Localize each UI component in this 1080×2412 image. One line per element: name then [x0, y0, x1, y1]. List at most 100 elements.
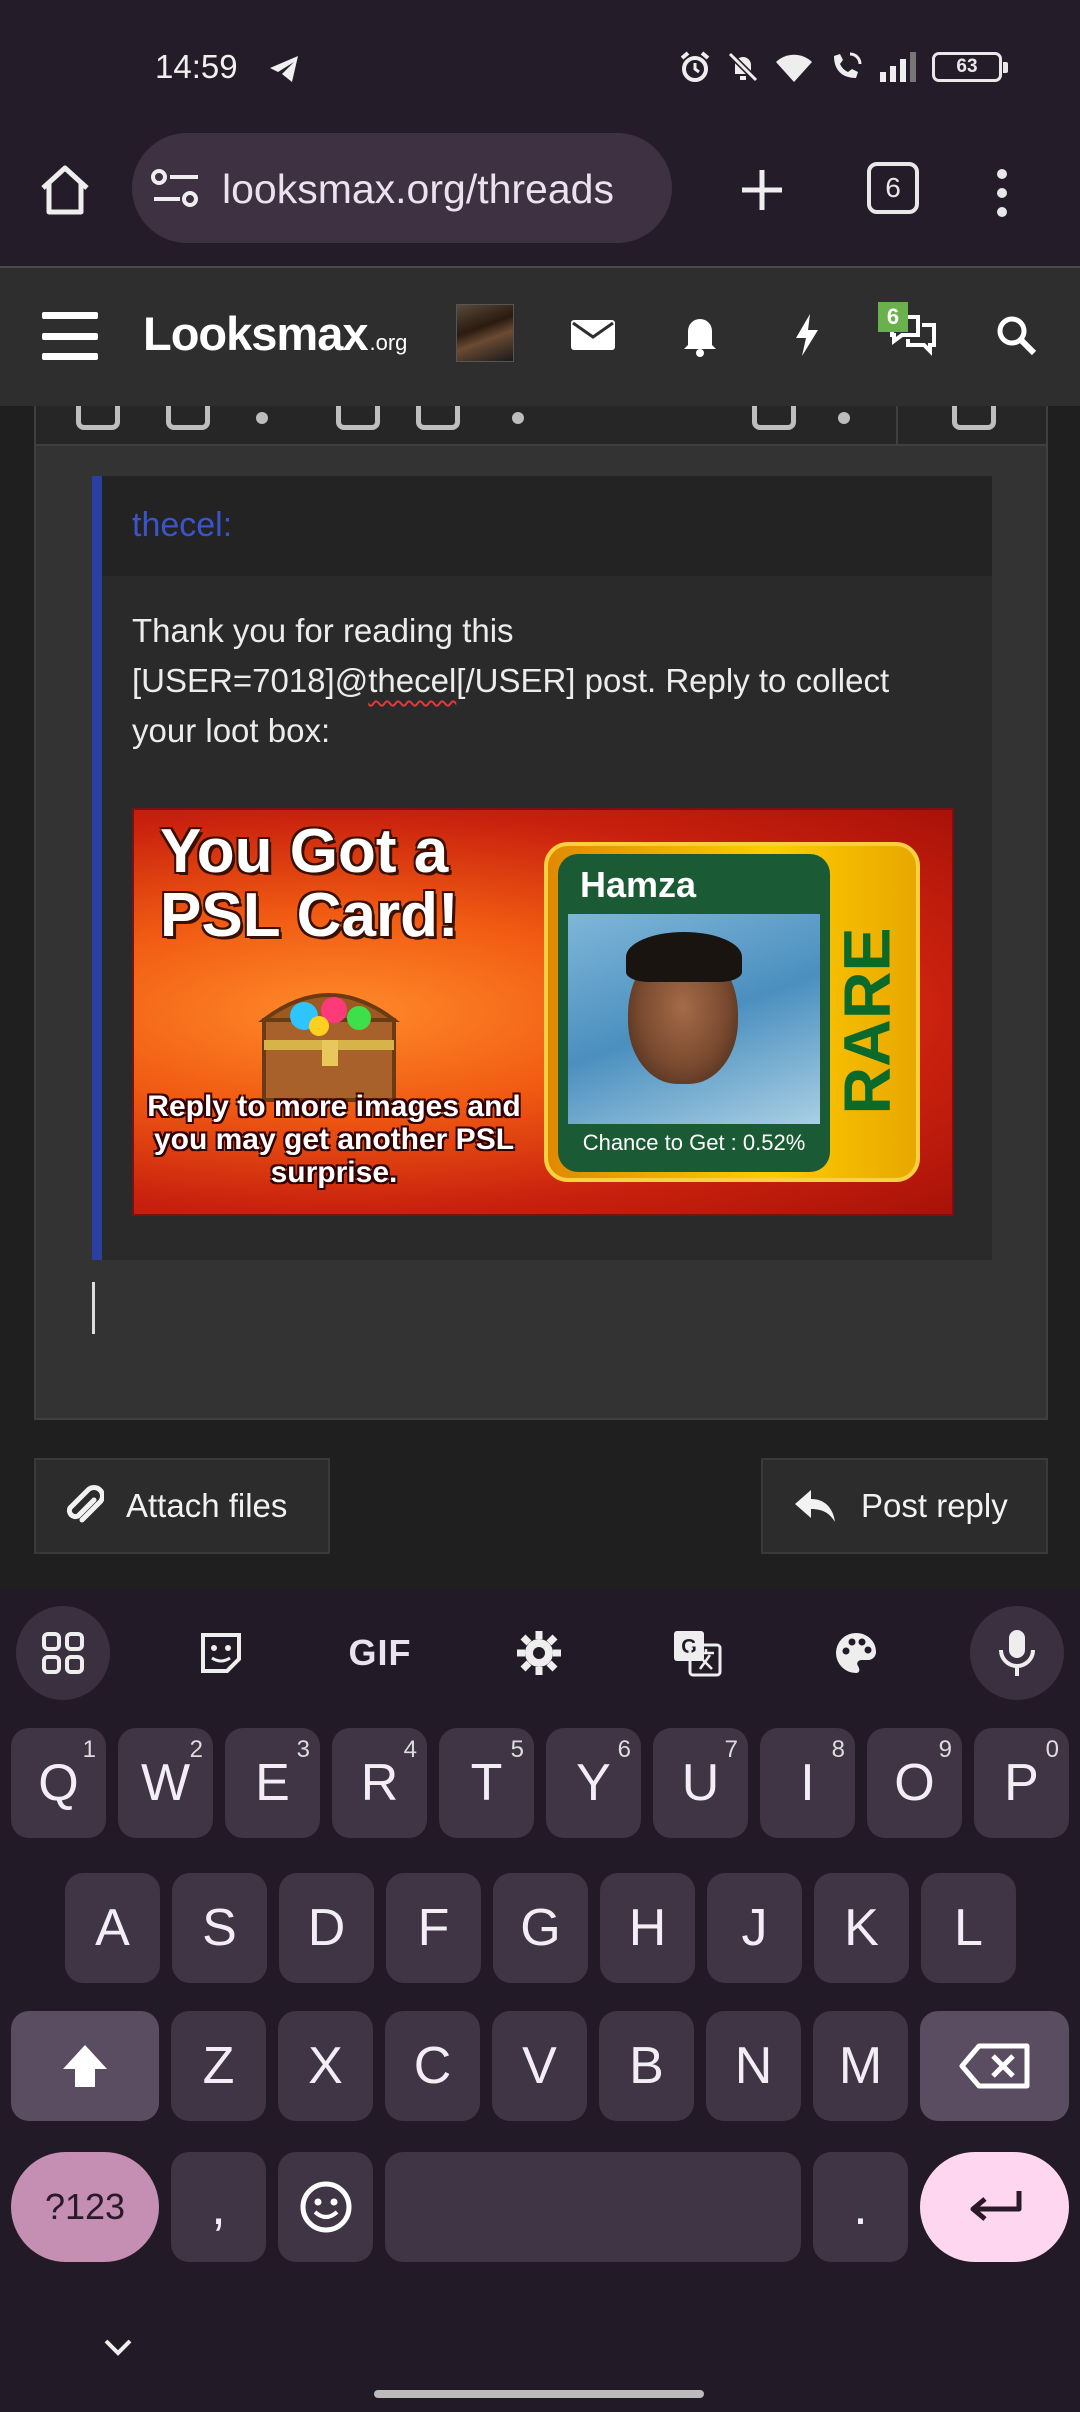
status-icons: 63 [678, 50, 1008, 84]
key-x[interactable]: X [278, 2011, 373, 2121]
psl-card: Hamza Chance to Get : 0.52% RARE [544, 842, 920, 1182]
key-o[interactable]: O9 [867, 1728, 962, 1838]
toolbar-more-dot [838, 412, 850, 424]
site-settings-icon[interactable] [150, 167, 202, 211]
key-a[interactable]: A [65, 1873, 160, 1983]
promo-subtitle: Reply to more images and you may get ano… [147, 1090, 521, 1189]
key-p[interactable]: P0 [974, 1728, 1069, 1838]
loot-box-image[interactable]: You Got a PSL Card! Reply to more images… [132, 808, 954, 1216]
reply-icon [795, 1490, 835, 1522]
key-r[interactable]: R4 [332, 1728, 427, 1838]
paperclip-icon [66, 1485, 104, 1523]
browser-menu-button[interactable] [976, 158, 1028, 228]
enter-icon [970, 2191, 1021, 2221]
enter-key[interactable] [920, 2152, 1069, 2262]
symbols-key[interactable]: ?123 [11, 2152, 159, 2262]
rare-label: RARE [832, 927, 903, 1114]
gesture-handle[interactable] [374, 2390, 704, 2398]
key-q[interactable]: Q1 [11, 1728, 106, 1838]
site-logo[interactable]: Looksmax.org [143, 306, 407, 361]
quote-header: thecel: [102, 476, 992, 576]
whats-new-button[interactable] [774, 302, 840, 368]
key-t[interactable]: T5 [439, 1728, 534, 1838]
svg-text:RARE: RARE [832, 927, 903, 1114]
attach-files-label: Attach files [126, 1487, 288, 1524]
settings-gear-icon [517, 1631, 561, 1675]
editor-toolbar [36, 406, 1046, 446]
plus-icon [742, 170, 782, 210]
kb-theme-button[interactable] [809, 1606, 903, 1700]
key-j[interactable]: J [707, 1873, 802, 1983]
wifi-icon [776, 54, 812, 82]
attach-files-button[interactable]: Attach files [34, 1458, 330, 1554]
key-c[interactable]: C [385, 2011, 480, 2121]
key-d[interactable]: D [279, 1873, 374, 1983]
search-icon [997, 316, 1037, 356]
undo-tool[interactable] [752, 406, 796, 430]
palette-icon [836, 1633, 876, 1673]
key-v[interactable]: V [492, 2011, 587, 2121]
alerts-button[interactable] [667, 302, 733, 368]
key-m[interactable]: M [813, 2011, 908, 2121]
post-reply-button[interactable]: Post reply [761, 1458, 1048, 1554]
misspelled-word[interactable]: thecel [368, 662, 456, 699]
key-n[interactable]: N [706, 2011, 801, 2121]
key-f[interactable]: F [386, 1873, 481, 1983]
key-w[interactable]: W2 [118, 1728, 213, 1838]
key-s[interactable]: S [172, 1873, 267, 1983]
backspace-icon [959, 2043, 1029, 2089]
italic-tool[interactable] [166, 406, 210, 430]
user-avatar[interactable] [456, 304, 514, 362]
site-header: Looksmax.org 6 [0, 266, 1080, 406]
link-tool[interactable] [336, 406, 380, 430]
space-key[interactable] [385, 2152, 801, 2262]
comma-key[interactable]: , [171, 2152, 266, 2262]
card-photo [568, 914, 820, 1124]
backspace-key[interactable] [920, 2011, 1069, 2121]
kb-translate-button[interactable]: G [650, 1606, 744, 1700]
key-b[interactable]: B [599, 2011, 694, 2121]
kb-apps-button[interactable] [16, 1606, 110, 1700]
bold-tool[interactable] [76, 406, 120, 430]
key-y[interactable]: Y6 [546, 1728, 641, 1838]
preview-tool[interactable] [952, 406, 996, 430]
hide-keyboard-chevron-icon[interactable] [98, 2331, 138, 2361]
inbox-button[interactable] [560, 302, 626, 368]
key-u[interactable]: U7 [653, 1728, 748, 1838]
tab-switcher-button[interactable]: 6 [867, 162, 919, 214]
on-screen-keyboard: GIF G Q1 W2 E3 R4 T5 Y6 U7 I8 O9 P0 A S … [0, 1590, 1080, 2412]
hamburger-menu-icon[interactable] [42, 312, 98, 360]
lightning-icon [796, 314, 818, 356]
shift-key[interactable] [11, 2011, 159, 2121]
post-reply-label: Post reply [861, 1487, 1008, 1524]
key-h[interactable]: H [600, 1873, 695, 1983]
period-key[interactable]: . [813, 2152, 908, 2262]
key-g[interactable]: G [493, 1873, 588, 1983]
apps-grid-icon [42, 1632, 84, 1674]
card-name: Hamza [580, 864, 697, 905]
promo-title: You Got a PSL Card! [160, 817, 459, 950]
gif-label: GIF [348, 1632, 412, 1673]
signal-icon [880, 52, 916, 82]
key-e[interactable]: E3 [225, 1728, 320, 1838]
key-l[interactable]: L [921, 1873, 1016, 1983]
key-i[interactable]: I8 [760, 1728, 855, 1838]
key-k[interactable]: K [814, 1873, 909, 1983]
kb-settings-button[interactable] [492, 1606, 586, 1700]
translate-icon: G [674, 1631, 722, 1677]
url-text[interactable]: looksmax.org/threads [222, 166, 614, 213]
key-z[interactable]: Z [171, 2011, 266, 2121]
quote-author[interactable]: thecel: [132, 506, 232, 545]
status-bar: 14:59 63 [0, 0, 1080, 130]
image-tool[interactable] [416, 406, 460, 430]
search-button[interactable] [983, 302, 1049, 368]
address-bar[interactable]: looksmax.org/threads [132, 133, 672, 243]
kb-sticker-button[interactable] [174, 1606, 268, 1700]
reply-editor[interactable]: thecel: Thank you for reading this [USER… [34, 406, 1048, 1420]
new-tab-button[interactable] [725, 155, 799, 225]
emoji-key[interactable] [278, 2152, 373, 2262]
kb-voice-button[interactable] [970, 1606, 1064, 1700]
kb-gif-button[interactable]: GIF [333, 1606, 427, 1700]
home-button[interactable] [30, 155, 100, 225]
psl-card-face: Hamza Chance to Get : 0.52% [558, 854, 830, 1172]
